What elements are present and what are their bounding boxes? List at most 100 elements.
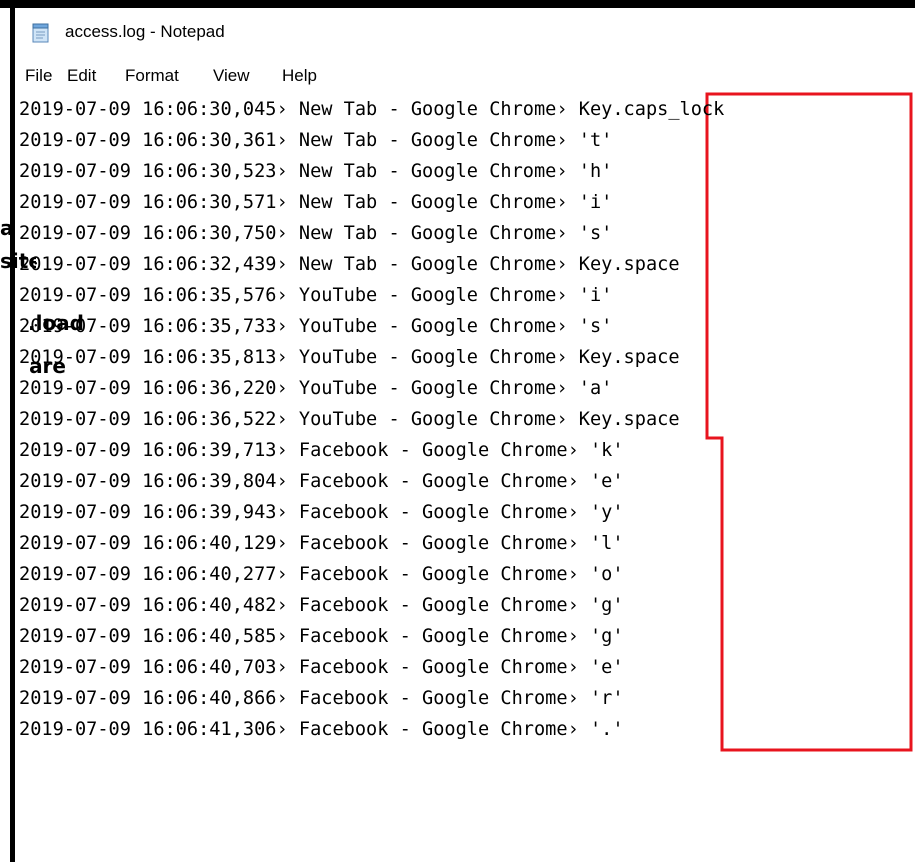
log-line: 2019-07-09 16:06:32,439› New Tab - Googl… xyxy=(19,249,680,280)
log-separator: › xyxy=(276,223,288,244)
text-editor-area[interactable]: 2019-07-09 16:06:30,045 › New Tab - Googl… xyxy=(15,92,915,862)
log-keystroke: 'l' xyxy=(589,533,624,554)
window-title: access.log - Notepad xyxy=(65,22,225,41)
log-keystroke: 'y' xyxy=(589,502,624,523)
log-keystroke: 'g' xyxy=(589,595,624,616)
log-separator: › xyxy=(567,440,579,461)
log-line: 2019-07-09 16:06:35,733› YouTube - Googl… xyxy=(19,311,612,342)
log-line: 2019-07-09 16:06:40,129› Facebook - Goog… xyxy=(19,528,624,559)
log-window-title: Facebook - Google Chrome xyxy=(298,719,568,740)
log-keystroke: 'g' xyxy=(589,626,624,647)
log-window-title: New Tab - Google Chrome xyxy=(298,130,557,151)
log-line: 2019-07-09 16:06:30,571› New Tab - Googl… xyxy=(19,187,612,218)
log-separator: › xyxy=(276,161,288,182)
log-separator: › xyxy=(567,595,579,616)
log-window-title: YouTube - Google Chrome xyxy=(298,409,557,430)
overlay-fragment: load. xyxy=(27,311,84,335)
log-timestamp: 2019-07-09 16:06:36,522 xyxy=(19,409,277,430)
menu-file[interactable]: File xyxy=(25,66,52,86)
log-keystroke: Key.space xyxy=(578,409,680,430)
log-separator: › xyxy=(276,130,288,151)
title-bar[interactable]: access.log - Notepad xyxy=(15,8,915,58)
log-line: 2019-07-09 16:06:36,522› YouTube - Googl… xyxy=(19,404,680,435)
log-window-title: Facebook - Google Chrome xyxy=(298,688,568,709)
log-separator: › xyxy=(276,688,288,709)
log-keystroke: 'e' xyxy=(589,657,624,678)
log-keystroke: 'o' xyxy=(589,564,624,585)
log-separator: › xyxy=(556,378,568,399)
log-separator: › xyxy=(276,502,288,523)
log-line: 2019-07-09 16:06:39,804› Facebook - Goog… xyxy=(19,466,624,497)
notepad-icon xyxy=(32,23,49,43)
log-line: 2019-07-09 16:06:30,361› New Tab - Googl… xyxy=(19,125,612,156)
log-line: 2019-07-09 16:06:36,220› YouTube - Googl… xyxy=(19,373,612,404)
log-separator: › xyxy=(276,347,288,368)
log-separator: › xyxy=(276,564,288,585)
log-timestamp: 2019-07-09 16:06:39,943 xyxy=(19,502,277,523)
log-timestamp: 2019-07-09 16:06:40,585 xyxy=(19,626,277,647)
log-separator: › xyxy=(276,316,288,337)
log-separator: › xyxy=(567,564,579,585)
log-keystroke: 'r' xyxy=(589,688,624,709)
log-keystroke: 'i' xyxy=(578,285,613,306)
log-separator: › xyxy=(276,533,288,554)
log-timestamp: 2019-07-09 16:06:40,866 xyxy=(19,688,277,709)
log-keystroke: 's' xyxy=(578,316,613,337)
log-separator: › xyxy=(276,254,288,275)
log-keystroke: '.' xyxy=(589,719,624,740)
log-separator: › xyxy=(567,688,579,709)
log-separator: › xyxy=(556,409,568,430)
log-separator: › xyxy=(556,99,568,120)
log-window-title: Facebook - Google Chrome xyxy=(298,595,568,616)
log-window-title: New Tab - Google Chrome xyxy=(298,192,557,213)
log-window-title: Facebook - Google Chrome xyxy=(298,564,568,585)
log-separator: › xyxy=(276,192,288,213)
log-keystroke: 'e' xyxy=(589,471,624,492)
log-window-title: Facebook - Google Chrome xyxy=(298,471,568,492)
frame-top-border xyxy=(0,0,915,8)
log-separator: › xyxy=(276,378,288,399)
log-separator: › xyxy=(567,502,579,523)
menu-help[interactable]: Help xyxy=(282,66,317,86)
log-timestamp: 2019-07-09 16:06:41,306 xyxy=(19,719,277,740)
log-timestamp: 2019-07-09 16:06:39,804 xyxy=(19,471,277,492)
log-keystroke: 'h' xyxy=(578,161,613,182)
log-timestamp: 2019-07-09 16:06:30,045 xyxy=(19,99,277,120)
log-window-title: Facebook - Google Chrome xyxy=(298,533,568,554)
log-timestamp: 2019-07-09 16:06:40,129 xyxy=(19,533,277,554)
overlay-fragment: are xyxy=(29,354,66,378)
log-line: 2019-07-09 16:06:41,306› Facebook - Goog… xyxy=(19,714,624,745)
log-line: 2019-07-09 16:06:40,866› Facebook - Goog… xyxy=(19,683,624,714)
menu-view[interactable]: View xyxy=(213,66,250,86)
log-separator: › xyxy=(567,657,579,678)
log-separator: › xyxy=(556,254,568,275)
log-line: 2019-07-09 16:06:35,576› YouTube - Googl… xyxy=(19,280,612,311)
log-separator: › xyxy=(276,409,288,430)
log-timestamp: 2019-07-09 16:06:39,713 xyxy=(19,440,277,461)
log-window-title: New Tab - Google Chrome xyxy=(298,99,557,120)
menu-edit[interactable]: Edit xyxy=(67,66,96,86)
log-window-title: New Tab - Google Chrome xyxy=(298,254,557,275)
log-separator: › xyxy=(276,440,288,461)
log-line: 2019-07-09 16:06:40,277› Facebook - Goog… xyxy=(19,559,624,590)
log-window-title: New Tab - Google Chrome xyxy=(298,161,557,182)
log-separator: › xyxy=(556,161,568,182)
log-line: 2019-07-09 16:06:40,482› Facebook - Goog… xyxy=(19,590,624,621)
log-line: 2019-07-09 16:06:39,943› Facebook - Goog… xyxy=(19,497,624,528)
log-separator: › xyxy=(276,626,288,647)
log-separator: › xyxy=(556,347,568,368)
log-timestamp: 2019-07-09 16:06:36,220 xyxy=(19,378,277,399)
log-window-title: YouTube - Google Chrome xyxy=(298,347,557,368)
log-timestamp: 2019-07-09 16:06:40,277 xyxy=(19,564,277,585)
log-line: 2019-07-09 16:06:35,813› YouTube - Googl… xyxy=(19,342,680,373)
log-separator: › xyxy=(276,657,288,678)
log-separator: › xyxy=(567,626,579,647)
log-timestamp: 2019-07-09 16:06:30,750 xyxy=(19,223,277,244)
log-timestamp: 2019-07-09 16:06:30,523 xyxy=(19,161,277,182)
log-line: 2019-07-09 16:06:40,585› Facebook - Goog… xyxy=(19,621,624,652)
log-separator: › xyxy=(276,285,288,306)
log-window-title: Facebook - Google Chrome xyxy=(298,440,568,461)
menu-format[interactable]: Format xyxy=(125,66,179,86)
log-window-title: YouTube - Google Chrome xyxy=(298,285,557,306)
log-line: 2019-07-09 16:06:39,713› Facebook - Goog… xyxy=(19,435,624,466)
